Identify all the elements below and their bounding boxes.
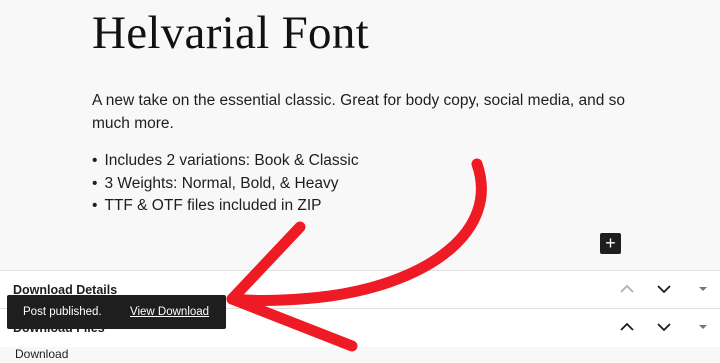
view-download-link[interactable]: View Download — [130, 306, 209, 318]
feature-list: Includes 2 variations: Book & Classic 3 … — [92, 150, 359, 218]
snackbar-notice: Post published. View Download — [7, 295, 226, 329]
caret-down-icon[interactable] — [691, 277, 715, 301]
move-down-icon[interactable] — [652, 277, 676, 301]
download-label: Download — [15, 347, 69, 361]
move-down-icon[interactable] — [652, 315, 676, 339]
move-up-icon[interactable] — [615, 277, 639, 301]
feature-item[interactable]: TTF & OTF files included in ZIP — [92, 195, 359, 218]
add-block-button[interactable]: + — [600, 233, 621, 254]
feature-item[interactable]: 3 Weights: Normal, Bold, & Heavy — [92, 173, 359, 196]
feature-item[interactable]: Includes 2 variations: Book & Classic — [92, 150, 358, 173]
post-description[interactable]: A new take on the essential classic. Gre… — [92, 89, 652, 135]
caret-down-icon[interactable] — [691, 315, 715, 339]
post-title[interactable]: Helvarial Font — [92, 6, 369, 60]
move-up-icon[interactable] — [615, 315, 639, 339]
snackbar-message: Post published. — [23, 306, 102, 318]
